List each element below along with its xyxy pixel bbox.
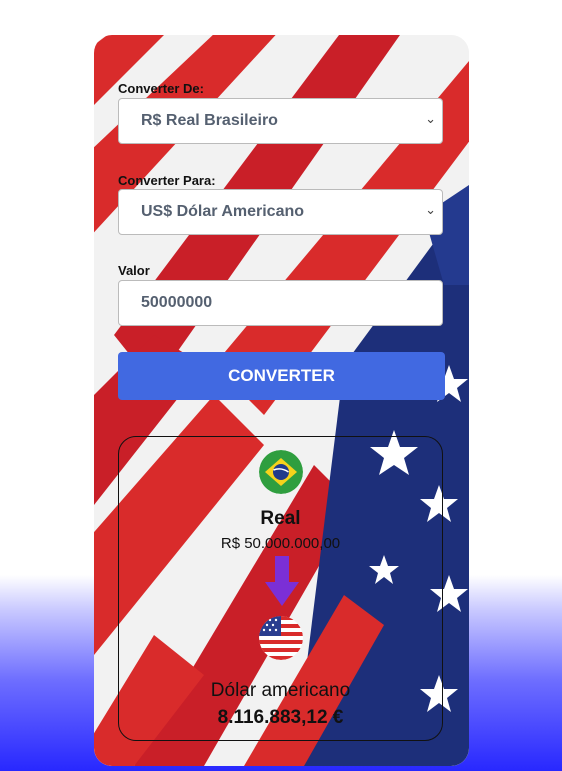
- to-currency-select[interactable]: US$ Dólar Americano ⌄: [118, 189, 443, 235]
- from-label: Converter De:: [118, 81, 204, 96]
- to-currency-value: US$ Dólar Americano: [141, 203, 305, 220]
- converter-card: Converter De: R$ Real Brasileiro ⌄ Conve…: [94, 35, 469, 766]
- usa-flag-icon: [259, 616, 303, 660]
- result-panel: Real R$ 50.000.000,00 Dólar americano 8.…: [118, 436, 443, 741]
- amount-value: 50000000: [141, 294, 213, 311]
- chevron-down-icon: ⌄: [425, 111, 436, 126]
- to-amount: 8.116.883,12 €: [217, 707, 344, 728]
- to-label: Converter Para:: [118, 173, 216, 188]
- from-currency-name: Real: [260, 508, 301, 529]
- convert-button[interactable]: CONVERTER: [118, 352, 445, 400]
- amount-label: Valor: [118, 263, 150, 278]
- amount-input[interactable]: 50000000: [118, 280, 443, 326]
- from-amount: R$ 50.000.000,00: [220, 535, 341, 552]
- arrow-down-icon: [265, 556, 299, 606]
- from-currency-value: R$ Real Brasileiro: [141, 112, 278, 129]
- chevron-down-icon: ⌄: [425, 202, 436, 217]
- brazil-flag-icon: [259, 450, 303, 494]
- to-currency-name: Dólar americano: [210, 680, 351, 701]
- from-currency-select[interactable]: R$ Real Brasileiro ⌄: [118, 98, 443, 144]
